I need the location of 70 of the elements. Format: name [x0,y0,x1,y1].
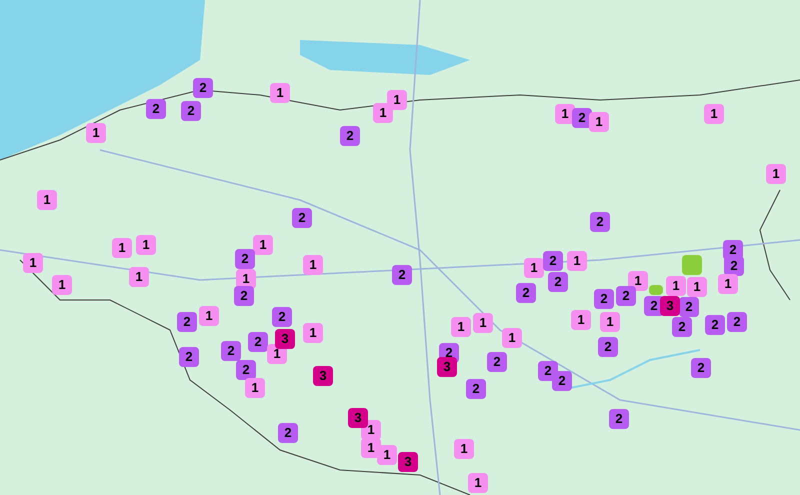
cluster-marker[interactable]: 1 [571,310,591,330]
cluster-marker[interactable]: 1 [373,103,393,123]
cluster-marker[interactable]: 2 [236,360,256,380]
cluster-marker[interactable]: 2 [272,307,292,327]
cluster-marker[interactable]: 2 [594,289,614,309]
cluster-marker[interactable]: 1 [454,439,474,459]
cluster-marker[interactable]: 1 [666,276,686,296]
cluster-marker[interactable]: 1 [37,190,57,210]
cluster-marker[interactable]: 2 [179,347,199,367]
cluster-marker[interactable]: 1 [628,271,648,291]
cluster-marker[interactable]: 2 [234,286,254,306]
cluster-marker[interactable]: 2 [177,312,197,332]
cluster-marker[interactable]: 1 [245,378,265,398]
cluster-marker[interactable]: 1 [451,317,471,337]
cluster-marker[interactable]: 2 [609,409,629,429]
cluster-marker[interactable]: 2 [193,78,213,98]
cluster-marker[interactable]: 2 [548,272,568,292]
cluster-marker[interactable]: 2 [679,297,699,317]
cluster-marker[interactable]: 1 [52,275,72,295]
cluster-marker[interactable]: 2 [616,286,636,306]
cluster-marker[interactable]: 2 [705,315,725,335]
cluster-marker[interactable]: 1 [270,83,290,103]
cluster-marker[interactable]: 2 [278,423,298,443]
cluster-marker[interactable]: 1 [704,104,724,124]
cluster-marker[interactable]: 1 [199,306,219,326]
cluster-marker[interactable]: 2 [466,379,486,399]
cluster-marker[interactable]: 2 [552,371,572,391]
cluster-marker[interactable]: 1 [766,164,786,184]
cluster-marker[interactable]: 2 [672,317,692,337]
cluster-marker[interactable]: 2 [487,352,507,372]
cluster-marker[interactable]: 3 [313,366,333,386]
cluster-marker[interactable]: 2 [543,251,563,271]
cluster-marker[interactable]: 1 [303,255,323,275]
cluster-marker[interactable]: 1 [687,277,707,297]
cluster-marker[interactable]: 1 [303,323,323,343]
cluster-marker[interactable]: 1 [718,274,738,294]
cluster-marker[interactable]: 2 [598,337,618,357]
cluster-marker[interactable]: 1 [524,258,544,278]
cluster-marker[interactable]: 2 [691,358,711,378]
cluster-marker[interactable]: 2 [340,126,360,146]
cluster-marker[interactable]: 2 [235,249,255,269]
cluster-marker[interactable]: 1 [502,328,522,348]
cluster-marker[interactable]: 3 [398,452,418,472]
cluster-marker[interactable]: 2 [516,283,536,303]
cluster-marker[interactable]: 3 [275,329,295,349]
cluster-marker[interactable]: 1 [23,253,43,273]
square-marker[interactable] [682,255,702,275]
cluster-marker[interactable]: 2 [727,312,747,332]
cluster-marker[interactable]: 1 [86,123,106,143]
cluster-marker[interactable]: 2 [724,256,744,276]
cluster-marker[interactable]: 1 [600,312,620,332]
cluster-marker[interactable]: 3 [348,408,368,428]
cluster-marker[interactable]: 2 [146,99,166,119]
cluster-marker[interactable]: 2 [221,341,241,361]
cluster-marker[interactable]: 1 [136,235,156,255]
cluster-marker[interactable]: 1 [253,235,273,255]
cluster-marker[interactable]: 2 [392,265,412,285]
cluster-marker[interactable]: 3 [660,296,680,316]
cluster-marker[interactable]: 1 [112,238,132,258]
cluster-marker[interactable]: 2 [181,101,201,121]
cluster-marker[interactable]: 2 [590,212,610,232]
cluster-marker[interactable]: 1 [567,251,587,271]
cluster-marker[interactable]: 1 [468,473,488,493]
cluster-marker[interactable]: 1 [377,445,397,465]
cluster-marker[interactable]: 1 [473,313,493,333]
cluster-marker[interactable]: 1 [589,112,609,132]
cluster-marker[interactable]: 2 [248,332,268,352]
cluster-marker[interactable]: 2 [292,208,312,228]
cluster-marker[interactable]: 3 [437,357,457,377]
cluster-marker[interactable]: 1 [129,267,149,287]
